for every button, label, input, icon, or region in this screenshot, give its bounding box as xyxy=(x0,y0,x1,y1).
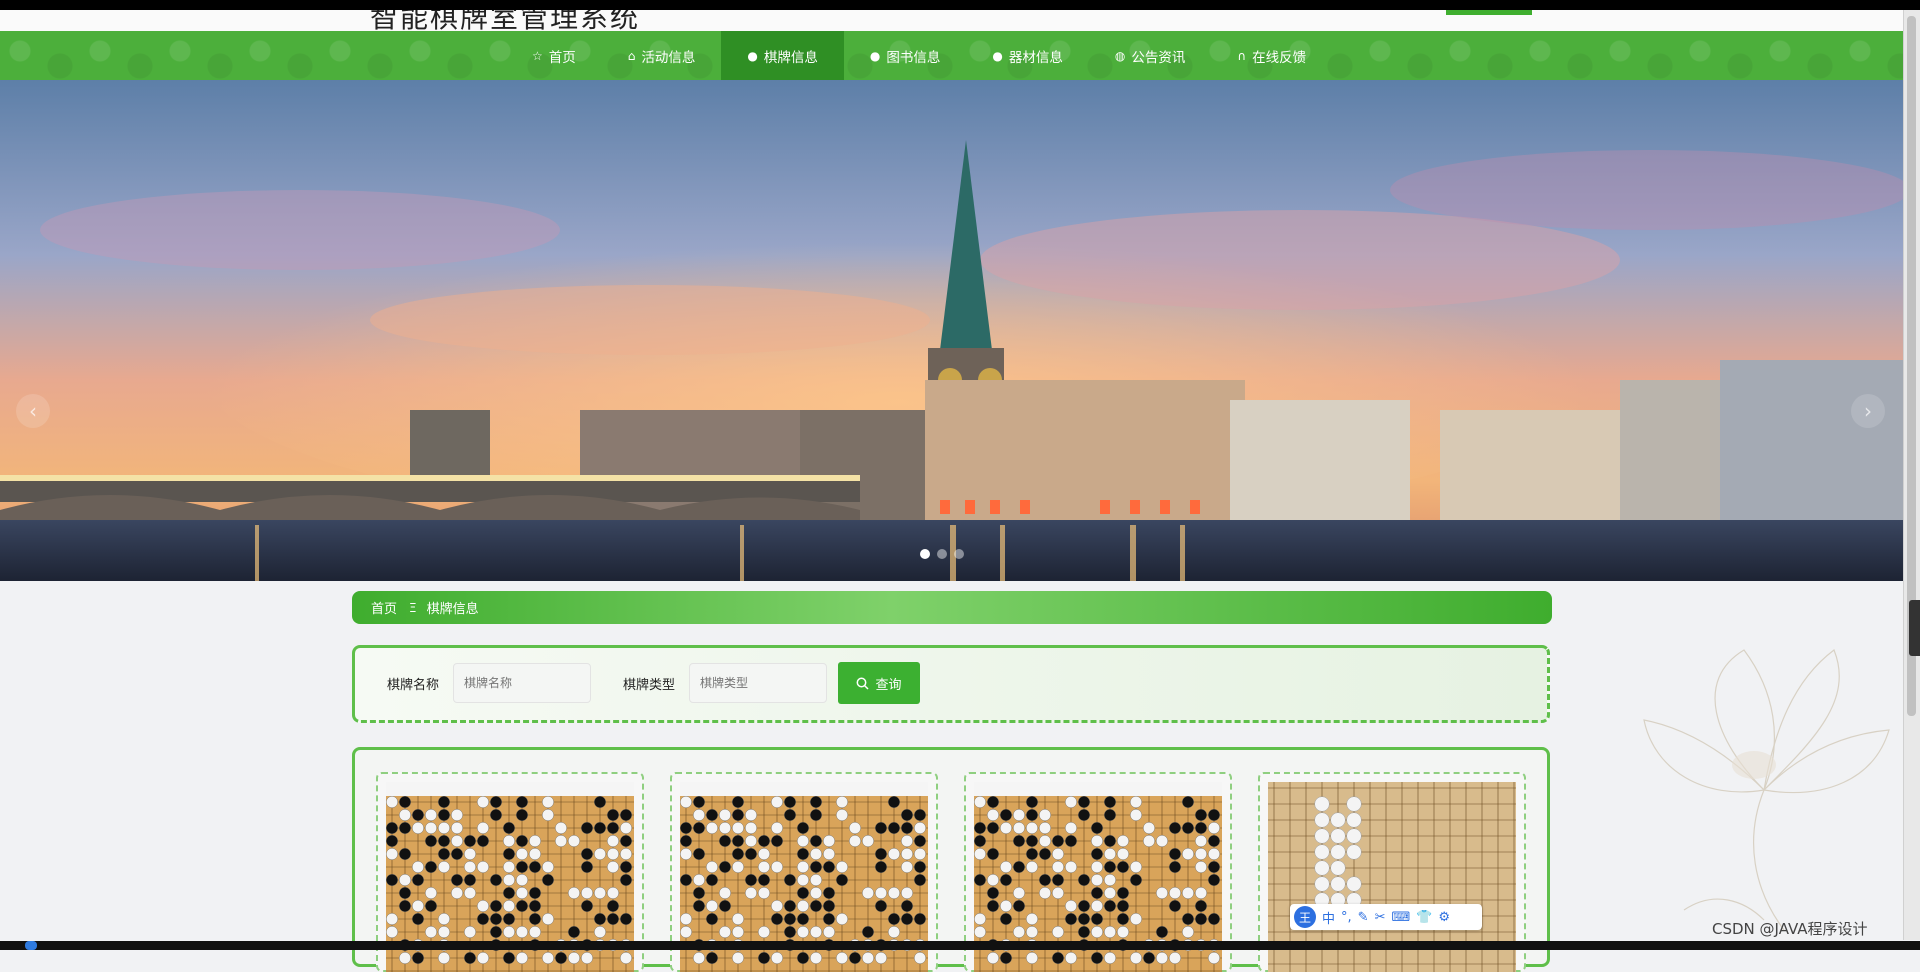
breadcrumb-current: 棋牌信息 xyxy=(426,602,479,617)
ime-scissors-icon[interactable]: ✂ xyxy=(1375,910,1386,925)
nav-item-label: 公告资讯 xyxy=(1131,49,1186,66)
site-header: 智能棋牌室管理系统 xyxy=(0,10,1920,31)
hero-carousel[interactable]: ‹ › xyxy=(0,80,1904,581)
nav-item-label: 棋牌信息 xyxy=(763,49,818,66)
search-panel: 棋牌名称 棋牌类型 查询 xyxy=(352,645,1550,723)
nav-item-feedback[interactable]: ∩ 在线反馈 xyxy=(1211,31,1332,80)
nav-item-label: 在线反馈 xyxy=(1252,49,1307,66)
carousel-indicators xyxy=(920,549,964,559)
carousel-next-button[interactable]: › xyxy=(1851,394,1885,428)
info-icon: ● xyxy=(747,48,758,63)
main-nav: ☆ 首页 ⌂ 活动信息 ● 棋牌信息 ● 图书信息 ● 器材信息 ◍ 公告资讯 … xyxy=(0,31,1904,80)
star-icon: ☆ xyxy=(532,48,543,63)
nav-item-label: 图书信息 xyxy=(886,49,941,66)
type-search-input[interactable] xyxy=(689,663,827,703)
query-button[interactable]: 查询 xyxy=(838,662,920,704)
nav-item-chess[interactable]: ● 棋牌信息 xyxy=(721,31,844,80)
bag-icon: ⌂ xyxy=(627,48,636,63)
nav-item-label: 首页 xyxy=(548,49,576,66)
ime-pen-icon[interactable]: ✎ xyxy=(1358,910,1369,925)
breadcrumb: 首页 Ξ 棋牌信息 xyxy=(352,591,1552,624)
info-icon: ● xyxy=(992,48,1003,63)
nav-item-equipment[interactable]: ● 器材信息 xyxy=(966,31,1088,80)
ime-punct-icon[interactable]: °, xyxy=(1341,910,1352,925)
ime-skin-icon[interactable]: 👕 xyxy=(1416,910,1432,925)
type-label: 棋牌类型 xyxy=(623,678,676,693)
banner-image xyxy=(0,80,1904,581)
help-icon: ● xyxy=(869,48,881,63)
ime-settings-icon[interactable]: ⚙ xyxy=(1438,910,1450,925)
name-search-input[interactable] xyxy=(453,663,591,703)
chess-card-list xyxy=(352,747,1550,972)
carousel-dot[interactable] xyxy=(954,549,964,559)
page-scrollbar[interactable] xyxy=(1903,10,1920,940)
ime-logo-icon: 王 xyxy=(1294,906,1316,928)
ime-lang-toggle[interactable]: 中 xyxy=(1322,908,1335,927)
globe-icon: ◍ xyxy=(1114,48,1126,63)
nav-items: ☆ 首页 ⌂ 活动信息 ● 棋牌信息 ● 图书信息 ● 器材信息 ◍ 公告资讯 … xyxy=(506,31,1332,80)
carousel-dot[interactable] xyxy=(937,549,947,559)
nav-item-label: 活动信息 xyxy=(641,49,696,66)
side-tab[interactable] xyxy=(1909,600,1920,656)
headset-icon: ∩ xyxy=(1237,48,1247,63)
watermark: CSDN @JAVA程序设计 xyxy=(1712,920,1868,938)
header-accent-tab[interactable] xyxy=(1446,10,1532,15)
taskbar xyxy=(0,941,1920,950)
breadcrumb-home-link[interactable]: 首页 xyxy=(371,598,397,617)
taskbar-indicator xyxy=(25,941,37,950)
carousel-prev-button[interactable]: ‹ xyxy=(16,394,50,428)
query-button-label: 查询 xyxy=(875,677,902,693)
carousel-dot[interactable] xyxy=(920,549,930,559)
nav-item-home[interactable]: ☆ 首页 xyxy=(506,31,602,80)
nav-item-books[interactable]: ● 图书信息 xyxy=(844,31,966,80)
name-label: 棋牌名称 xyxy=(387,678,440,693)
nav-item-label: 器材信息 xyxy=(1008,49,1063,66)
nav-item-activities[interactable]: ⌂ 活动信息 xyxy=(602,31,722,80)
nav-item-news[interactable]: ◍ 公告资讯 xyxy=(1089,31,1211,80)
flower-decoration xyxy=(1643,649,1890,931)
site-title: 智能棋牌室管理系统 xyxy=(370,10,641,31)
ime-toolbar: 王 中 °, ✎ ✂ ⌨ 👕 ⚙ xyxy=(1290,904,1482,930)
ime-keyboard-icon[interactable]: ⌨ xyxy=(1391,910,1410,925)
breadcrumb-separator-icon: Ξ xyxy=(409,600,417,615)
top-strip xyxy=(0,0,1920,10)
search-icon xyxy=(857,677,870,690)
